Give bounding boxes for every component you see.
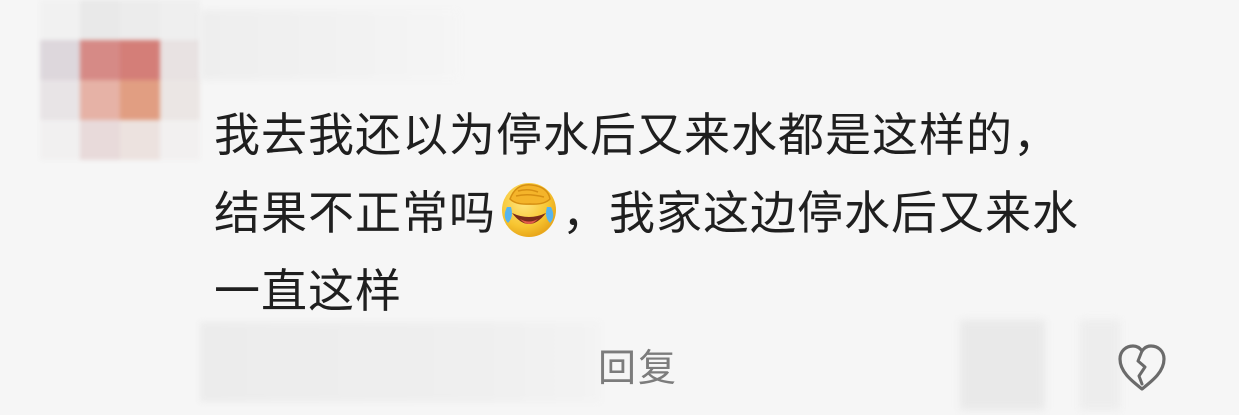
username-blurred[interactable] [200, 10, 460, 80]
face-palm-crying-emoji [498, 177, 560, 239]
comment-text: 我去我还以为停水后又来水都是这样的， 结果不正常吗 ，我家这边停水后又来水 一直… [214, 96, 1214, 330]
timestamp-blurred [200, 322, 600, 402]
comment-line-1: 我去我还以为停水后又来水都是这样的， [214, 108, 1060, 162]
comment-line-2-end: ，我家这边停水后又来水 [562, 186, 1079, 240]
broken-heart-icon[interactable] [1114, 340, 1170, 396]
like-count-blurred [960, 320, 1045, 410]
comment-line-3: 一直这样 [214, 264, 402, 318]
avatar[interactable] [40, 0, 200, 160]
reply-button[interactable]: 回复 [598, 340, 678, 396]
comment-line-2-start: 结果不正常吗 [214, 186, 496, 240]
comment-card: 我去我还以为停水后又来水都是这样的， 结果不正常吗 ，我家这边停水后又来水 一直… [0, 0, 1239, 415]
